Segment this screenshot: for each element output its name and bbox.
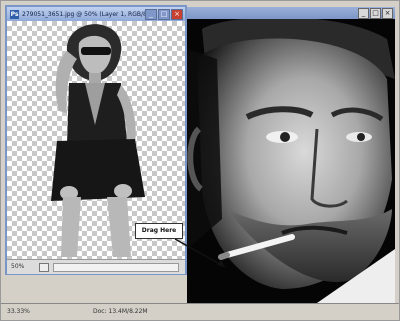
minimize-icon[interactable]: _ <box>358 8 369 19</box>
background-window-buttons: _ □ × <box>358 8 393 19</box>
screenshot-frame: _ □ × 33.33% Doc: 13.4M/8.22M Ps 279051_… <box>0 0 400 321</box>
foreground-window-buttons: _ □ × <box>145 9 183 20</box>
background-status-bar: 33.33% Doc: 13.4M/8.22M <box>1 303 399 320</box>
status-menu-icon[interactable] <box>39 263 49 272</box>
drag-arrow <box>174 238 226 268</box>
close-icon[interactable]: × <box>171 9 183 20</box>
foreground-zoom-readout[interactable]: 50% <box>11 263 24 270</box>
foreground-window-titlebar[interactable]: Ps 279051_3651.jpg @ 50% (Layer 1, RGB/8… <box>7 7 185 21</box>
minimize-icon[interactable]: _ <box>145 9 157 20</box>
horizontal-scrollbar[interactable] <box>53 263 179 272</box>
maximize-icon[interactable]: □ <box>370 8 381 19</box>
drag-here-callout: Drag Here <box>135 223 183 239</box>
maximize-icon[interactable]: □ <box>158 9 170 20</box>
close-icon[interactable]: × <box>382 8 393 19</box>
foreground-status-bar: 50% <box>7 259 185 274</box>
photoshop-icon: Ps <box>10 9 19 19</box>
document-size-readout: Doc: 13.4M/8.22M <box>93 308 148 315</box>
zoom-readout[interactable]: 33.33% <box>7 308 30 315</box>
background-window-titlebar[interactable]: _ □ × <box>187 7 395 19</box>
document-title: 279051_3651.jpg @ 50% (Layer 1, RGB/8#) <box>22 10 152 18</box>
